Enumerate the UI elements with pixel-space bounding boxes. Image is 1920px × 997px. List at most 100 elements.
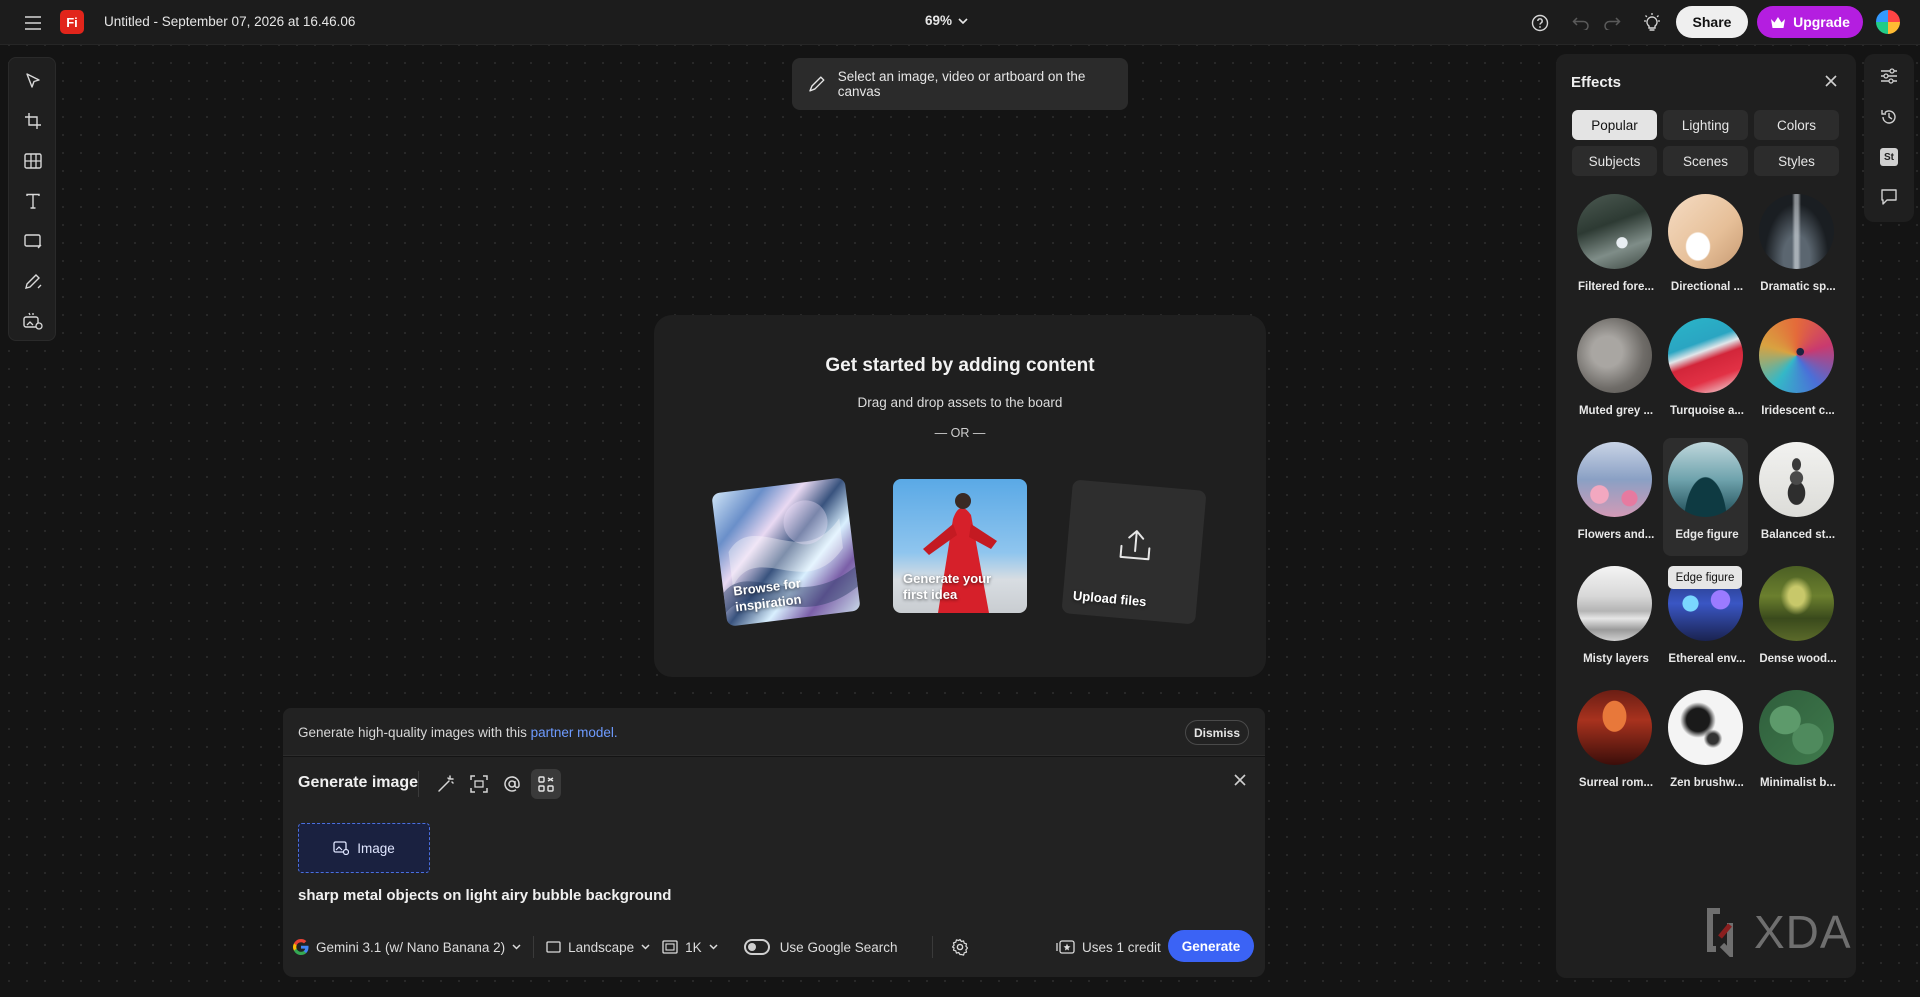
help-icon[interactable] [1527, 10, 1552, 35]
right-rail: St [1864, 54, 1914, 222]
close-icon[interactable] [1233, 773, 1247, 787]
effect-dramatic-spotlight[interactable]: Dramatic sp... [1754, 190, 1839, 308]
brush-icon [809, 76, 825, 92]
share-button[interactable]: Share [1676, 6, 1748, 38]
lightbulb-icon[interactable] [1639, 10, 1664, 35]
upload-files-tile[interactable]: Upload files [1061, 479, 1207, 625]
effect-minimalist-botanical[interactable]: Minimalist b... [1754, 686, 1839, 804]
prompt-input[interactable]: sharp metal objects on light airy bubble… [298, 887, 671, 904]
composition-reference-icon[interactable] [464, 769, 494, 799]
effect-dense-woodland[interactable]: Dense wood... [1754, 562, 1839, 680]
effect-thumbnail [1668, 690, 1743, 765]
generate-first-idea-tile[interactable]: Generate your first idea [893, 479, 1027, 613]
upgrade-label: Upgrade [1793, 14, 1850, 30]
chevron-down-icon [709, 944, 718, 950]
effect-surreal-romance[interactable]: Surreal rom... [1572, 686, 1657, 804]
get-started-title: Get started by adding content [825, 355, 1095, 376]
effect-thumbnail [1759, 194, 1834, 269]
grid-tool-icon[interactable] [20, 148, 46, 174]
resolution-selector[interactable]: 1K [662, 933, 744, 961]
generate-button[interactable]: Generate [1168, 930, 1254, 962]
gear-icon [951, 938, 968, 956]
shape-tool-icon[interactable] [20, 228, 46, 254]
effect-muted-grey[interactable]: Muted grey ... [1572, 314, 1657, 432]
browse-inspiration-tile[interactable]: Browse for inspiration [711, 477, 861, 627]
frame-tool-icon[interactable] [20, 108, 46, 134]
effect-turquoise[interactable]: Turquoise a... [1663, 314, 1748, 432]
xda-watermark: XDA [1706, 905, 1852, 959]
resolution-icon [662, 940, 678, 954]
effect-thumbnail [1577, 442, 1652, 517]
tab-styles[interactable]: Styles [1754, 146, 1839, 176]
mention-icon[interactable] [497, 769, 527, 799]
tab-popular[interactable]: Popular [1572, 110, 1657, 140]
document-title[interactable]: Untitled - September 07, 2026 at 16.46.0… [104, 14, 355, 29]
orientation-selector[interactable]: Landscape [534, 933, 662, 961]
effect-thumbnail [1759, 442, 1834, 517]
left-toolbar [8, 57, 56, 341]
generate-idea-label: Generate your first idea [903, 570, 992, 602]
effect-thumbnail [1759, 690, 1834, 765]
effect-edge-figure[interactable]: Edge figure [1663, 438, 1748, 556]
image-reference-button[interactable]: Image [298, 823, 430, 873]
effect-filtered-forest[interactable]: Filtered fore... [1572, 190, 1657, 308]
partner-model-link[interactable]: partner model. [531, 725, 618, 740]
chevron-down-icon [641, 944, 650, 950]
tab-subjects[interactable]: Subjects [1572, 146, 1657, 176]
generate-tool-icon[interactable] [20, 308, 46, 334]
chevron-down-icon [512, 944, 521, 950]
get-started-subtitle: Drag and drop assets to the board [857, 395, 1063, 410]
tab-lighting[interactable]: Lighting [1663, 110, 1748, 140]
effect-thumbnail [1577, 318, 1652, 393]
effects-title: Effects [1571, 74, 1622, 91]
credit-icon [1056, 940, 1075, 954]
text-tool-icon[interactable] [20, 188, 46, 214]
effect-directional-light[interactable]: Directional ... [1663, 190, 1748, 308]
effect-label: Directional ... [1670, 281, 1744, 293]
close-icon[interactable] [1824, 74, 1838, 88]
redo-icon[interactable] [1599, 10, 1624, 35]
effect-iridescent[interactable]: Iridescent c... [1754, 314, 1839, 432]
xda-logo-icon [1707, 908, 1733, 957]
avatar[interactable] [1874, 8, 1902, 36]
get-started-card: Get started by adding content Drag and d… [654, 315, 1266, 677]
upgrade-button[interactable]: Upgrade [1757, 6, 1863, 38]
effect-flowers[interactable]: Flowers and... [1572, 438, 1657, 556]
history-icon[interactable] [1877, 105, 1901, 129]
effect-thumbnail [1668, 318, 1743, 393]
effect-thumbnail [1759, 318, 1834, 393]
app-logo[interactable]: Fi [60, 10, 84, 34]
comment-icon[interactable] [1877, 185, 1901, 209]
effect-thumbnail [1668, 442, 1743, 517]
partner-message: Generate high-quality images with this [298, 725, 527, 740]
undo-icon[interactable] [1568, 10, 1593, 35]
canvas-hint-tooltip: Select an image, video or artboard on th… [792, 58, 1128, 110]
image-reference-label: Image [357, 840, 395, 856]
effect-zen-brushwork[interactable]: Zen brushw... [1663, 686, 1748, 804]
zoom-selector[interactable]: 69% [925, 13, 968, 28]
effect-label: Flowers and... [1577, 529, 1655, 541]
select-tool-icon[interactable] [20, 68, 46, 94]
effect-misty-layers[interactable]: Misty layers [1572, 562, 1657, 680]
style-kit-icon[interactable] [531, 769, 561, 799]
pen-tool-icon[interactable] [20, 268, 46, 294]
magic-wand-icon[interactable] [431, 769, 461, 799]
effect-label: Misty layers [1583, 653, 1649, 665]
effect-label: Edge figure [1675, 529, 1739, 541]
adjustments-icon[interactable] [1877, 64, 1901, 88]
watermark-text: XDA [1754, 906, 1852, 958]
stock-icon[interactable]: St [1877, 145, 1901, 169]
settings-button[interactable] [933, 933, 969, 961]
google-search-toggle[interactable]: Use Google Search [743, 933, 932, 961]
tab-colors[interactable]: Colors [1754, 110, 1839, 140]
google-search-label: Use Google Search [779, 939, 898, 955]
effect-thumbnail [1668, 194, 1743, 269]
toggle-switch[interactable] [743, 939, 770, 955]
effect-balanced-stones[interactable]: Balanced st... [1754, 438, 1839, 556]
hamburger-menu-icon[interactable] [20, 10, 45, 35]
tab-scenes[interactable]: Scenes [1663, 146, 1748, 176]
effect-label: Dramatic sp... [1760, 281, 1836, 293]
dismiss-button[interactable]: Dismiss [1185, 720, 1249, 745]
effect-thumbnail [1577, 566, 1652, 641]
model-selector[interactable]: Gemini 3.1 (w/ Nano Banana 2) [293, 933, 533, 961]
